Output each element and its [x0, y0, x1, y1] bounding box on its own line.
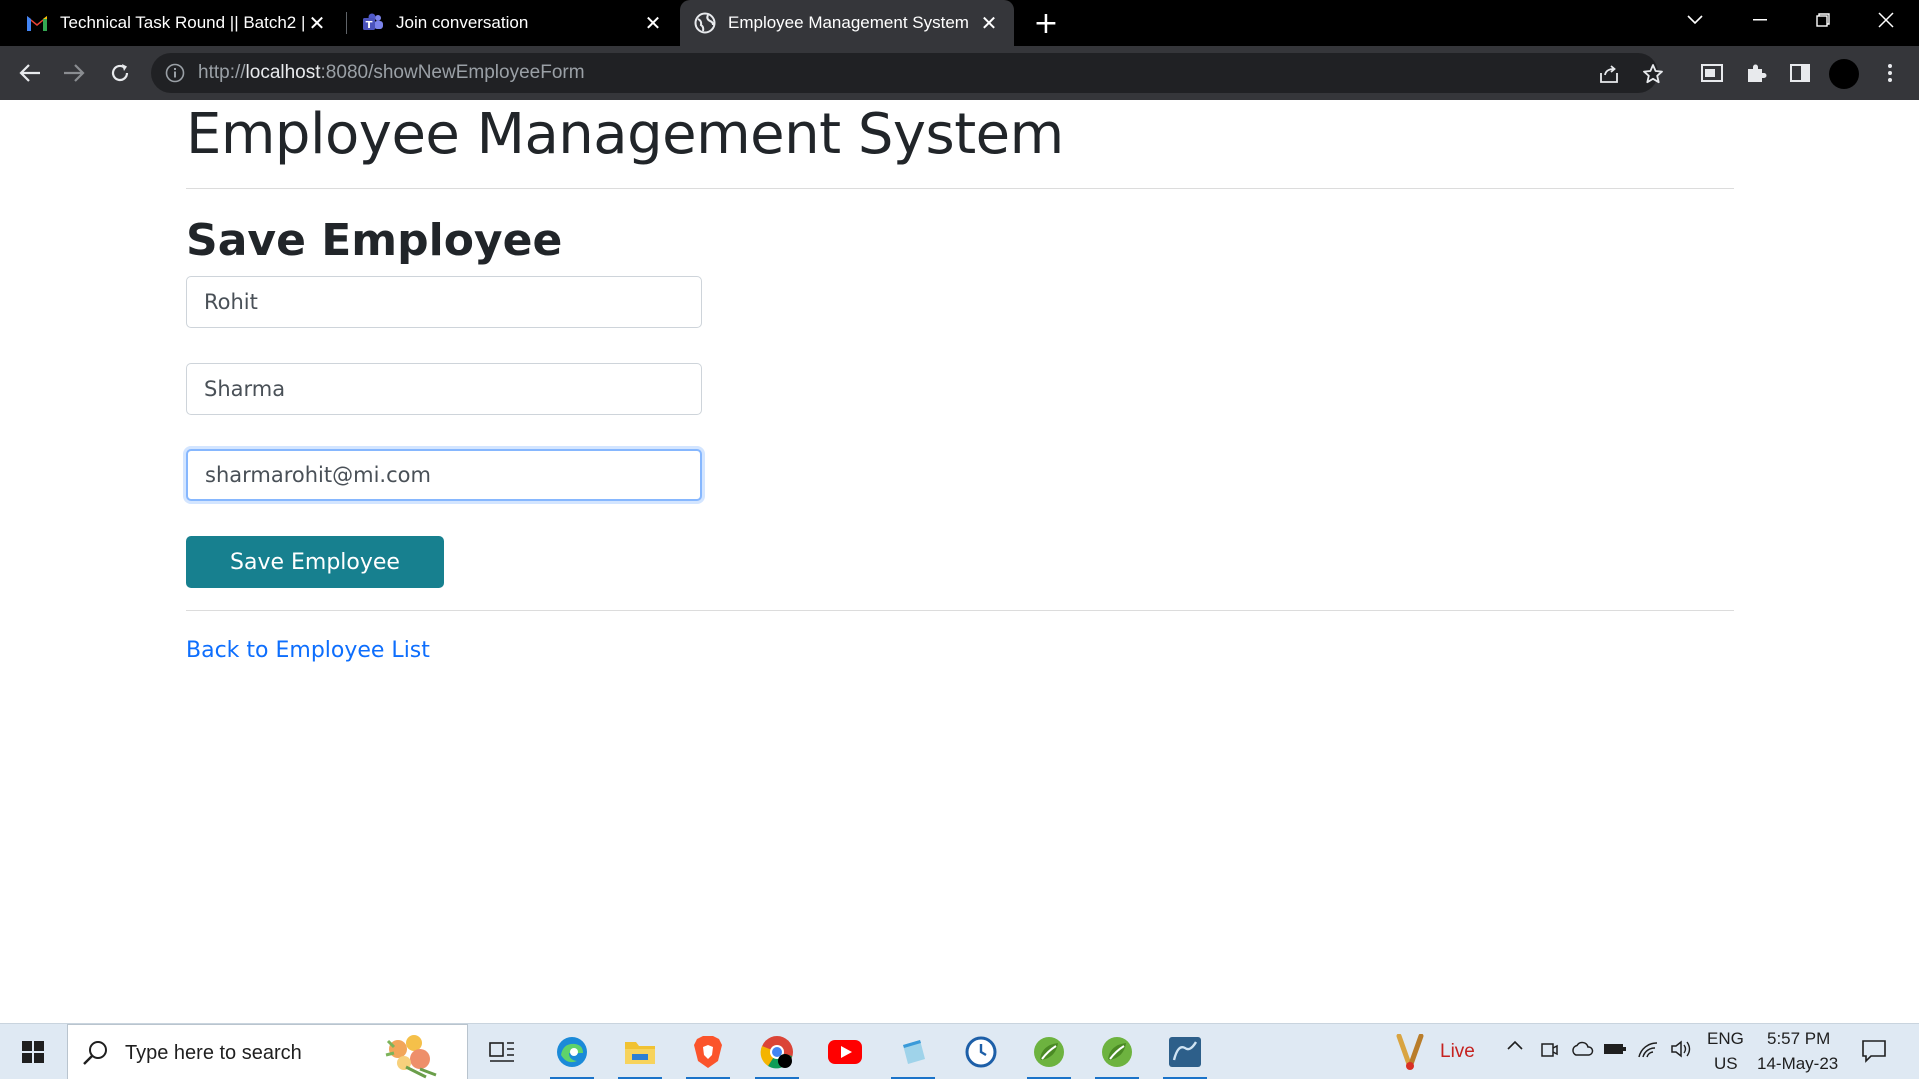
bookmark-star-icon[interactable]: [1642, 63, 1664, 85]
language-indicator[interactable]: ENG: [1707, 1029, 1744, 1049]
close-icon[interactable]: ✕: [978, 12, 1000, 35]
windows-taskbar: Type here to search Live ENG US 5:57 PM …: [0, 1023, 1919, 1079]
youtube-icon[interactable]: [817, 1030, 873, 1074]
email-input[interactable]: [186, 449, 702, 501]
side-panel-icon[interactable]: [1788, 61, 1812, 85]
task-view-icon[interactable]: [474, 1030, 530, 1074]
windows-start-button[interactable]: [8, 1032, 58, 1072]
save-employee-button[interactable]: Save Employee: [186, 536, 444, 588]
form-title: Save Employee: [186, 215, 563, 266]
url-host: localhost: [245, 62, 321, 83]
search-placeholder: Type here to search: [125, 1042, 302, 1064]
last-name-input[interactable]: [186, 363, 702, 415]
first-name-input[interactable]: [186, 276, 702, 328]
onedrive-cloud-icon[interactable]: [1570, 1041, 1594, 1062]
volume-speaker-icon[interactable]: [1670, 1039, 1692, 1064]
tab-title: Join conversation: [396, 13, 529, 32]
clock-date[interactable]: 14-May-23: [1757, 1054, 1838, 1074]
browser-toolbar: http://localhost:8080/showNewEmployeeFor…: [0, 46, 1919, 100]
taskbar-search-box[interactable]: Type here to search: [67, 1024, 468, 1079]
region-indicator[interactable]: US: [1714, 1054, 1738, 1074]
share-icon[interactable]: [1598, 63, 1620, 85]
address-bar[interactable]: http://localhost:8080/showNewEmployeeFor…: [151, 53, 1663, 93]
tab-title: Technical Task Round || Batch2 ||: [60, 13, 306, 32]
clock-time[interactable]: 5:57 PM: [1767, 1029, 1830, 1049]
edge-browser-icon[interactable]: [544, 1030, 600, 1079]
restore-button[interactable]: [1793, 0, 1853, 40]
browser-tab-strip: Technical Task Round || Batch2 || ✕ T Jo…: [0, 0, 1919, 46]
profile-avatar[interactable]: [1829, 59, 1859, 89]
divider: [186, 610, 1734, 611]
app-title: Employee Management System: [186, 102, 1064, 167]
tab-employee-management[interactable]: Employee Management System ✕: [680, 0, 1014, 46]
search-highlight-flowers-icon: [376, 1029, 456, 1079]
teams-icon: T: [362, 12, 384, 34]
tab-search-chevron-down-icon[interactable]: [1665, 0, 1725, 40]
cricket-live-icon[interactable]: [1388, 1030, 1432, 1074]
tab-gmail[interactable]: Technical Task Round || Batch2 || ✕: [0, 0, 342, 46]
file-explorer-icon[interactable]: [612, 1030, 668, 1079]
close-window-button[interactable]: [1856, 0, 1916, 40]
new-tab-button[interactable]: +: [1030, 6, 1062, 41]
notepad-icon[interactable]: [885, 1030, 941, 1079]
svg-text:T: T: [366, 20, 373, 31]
back-button[interactable]: [14, 57, 46, 89]
close-icon[interactable]: ✕: [642, 12, 664, 35]
spring-tool-suite-icon[interactable]: [1089, 1030, 1145, 1079]
back-to-employee-list-link[interactable]: Back to Employee List: [186, 638, 430, 663]
wifi-icon[interactable]: [1637, 1039, 1659, 1064]
url-path: :8080/showNewEmployeeForm: [320, 62, 585, 83]
minimize-button[interactable]: [1730, 0, 1790, 40]
globe-icon: [694, 12, 716, 34]
tab-title: Employee Management System: [728, 13, 969, 32]
mysql-workbench-icon[interactable]: [1157, 1030, 1213, 1079]
clock-app-icon[interactable]: [953, 1030, 1009, 1074]
search-icon: [82, 1039, 110, 1067]
show-hidden-icons-chevron-up-icon[interactable]: [1506, 1038, 1524, 1056]
tab-teams[interactable]: T Join conversation ✕: [336, 0, 678, 46]
web-page: Employee Management System Save Employee…: [0, 100, 1919, 1023]
meet-now-icon[interactable]: [1540, 1040, 1558, 1065]
url-scheme: http://: [198, 62, 246, 83]
more-menu-icon[interactable]: [1878, 61, 1902, 85]
notification-center-icon[interactable]: [1861, 1039, 1887, 1068]
chrome-browser-icon[interactable]: [749, 1030, 805, 1079]
spring-tool-suite-icon[interactable]: [1021, 1030, 1077, 1079]
close-icon[interactable]: ✕: [306, 12, 328, 35]
site-info-icon[interactable]: [165, 63, 185, 83]
battery-icon[interactable]: [1603, 1041, 1627, 1062]
forward-button[interactable]: [58, 57, 90, 89]
windows-logo-icon: [22, 1041, 44, 1063]
divider: [186, 188, 1734, 189]
weather-live-label[interactable]: Live: [1440, 1041, 1475, 1063]
reload-button[interactable]: [104, 57, 136, 89]
picture-in-picture-icon[interactable]: [1700, 61, 1724, 85]
gmail-icon: [26, 12, 48, 34]
brave-browser-icon[interactable]: [680, 1030, 736, 1079]
url-text: http://localhost:8080/showNewEmployeeFor…: [198, 62, 585, 84]
extensions-puzzle-icon[interactable]: [1744, 61, 1768, 85]
